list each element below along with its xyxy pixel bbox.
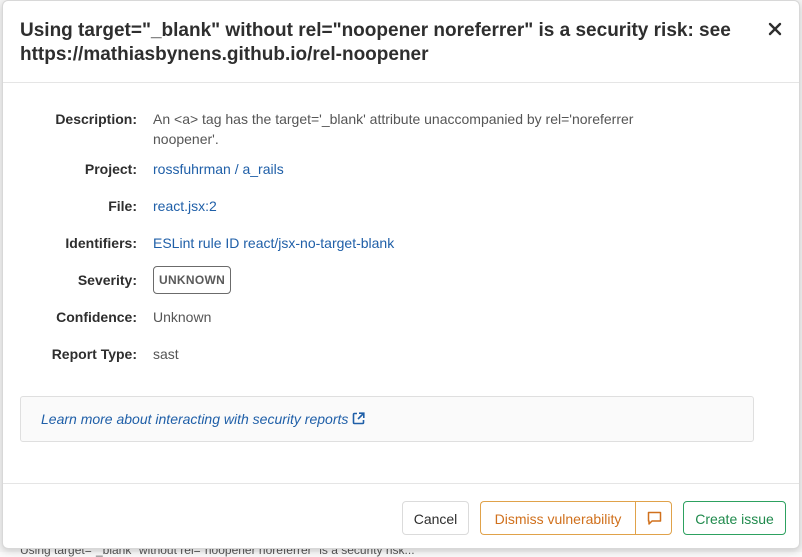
- close-button[interactable]: [765, 19, 785, 39]
- dismiss-with-comment-button[interactable]: [635, 501, 672, 535]
- vulnerability-modal: Using target="_blank" without rel="noope…: [2, 0, 800, 549]
- confidence-value: Unknown: [153, 309, 212, 325]
- modal-body: Description: An <a> tag has the target='…: [3, 83, 799, 483]
- confidence-label: Confidence:: [56, 309, 137, 325]
- project-link[interactable]: rossfuhrman / a_rails: [153, 159, 693, 179]
- external-link-icon: [352, 412, 365, 428]
- identifier-link[interactable]: ESLint rule ID react/jsx-no-target-blank: [153, 233, 693, 253]
- learn-more-text: Learn more about interacting with securi…: [41, 411, 349, 427]
- dismiss-vulnerability-button[interactable]: Dismiss vulnerability: [480, 501, 635, 535]
- report-type-label: Report Type:: [51, 346, 137, 362]
- severity-badge: UNKNOWN: [153, 266, 232, 294]
- project-label: Project:: [84, 161, 137, 177]
- modal-title: Using target="_blank" without rel="noope…: [20, 20, 731, 65]
- comment-icon: [647, 511, 662, 525]
- description-value: An <a> tag has the target='_blank' attri…: [153, 111, 634, 147]
- learn-more-link[interactable]: Learn more about interacting with securi…: [41, 411, 365, 428]
- file-label: File:: [108, 198, 137, 214]
- modal-header: Using target="_blank" without rel="noope…: [3, 1, 799, 83]
- file-link[interactable]: react.jsx:2: [153, 196, 693, 216]
- close-icon: [768, 22, 782, 36]
- create-issue-button[interactable]: Create issue: [683, 501, 786, 535]
- modal-footer: Cancel Dismiss vulnerability Create issu…: [3, 483, 799, 548]
- cancel-button[interactable]: Cancel: [402, 501, 469, 535]
- report-type-value: sast: [153, 346, 179, 362]
- description-label: Description:: [55, 111, 137, 127]
- severity-value: UNKNOWN: [153, 266, 693, 298]
- security-reports-info-box: Learn more about interacting with securi…: [20, 396, 754, 442]
- identifiers-label: Identifiers:: [65, 235, 137, 251]
- severity-label: Severity:: [77, 272, 137, 288]
